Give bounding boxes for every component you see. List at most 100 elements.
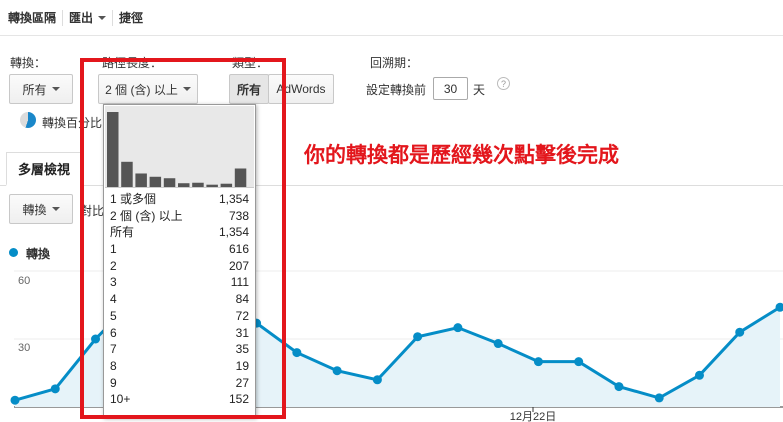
- metric-select[interactable]: 轉換: [9, 194, 73, 224]
- option-label: 1: [110, 242, 117, 257]
- histogram-bar: [163, 178, 176, 187]
- data-point[interactable]: [493, 339, 503, 349]
- x-tick-label: 12月22日: [510, 411, 556, 422]
- data-point[interactable]: [453, 323, 463, 333]
- data-point[interactable]: [574, 357, 584, 367]
- path-length-option[interactable]: 6 31: [104, 325, 255, 342]
- data-point[interactable]: [654, 393, 664, 403]
- lookback-days-input[interactable]: 30: [433, 77, 468, 100]
- path-length-dropdown[interactable]: 1 或多個 1,354 2 個 (含) 以上 738 所有 1,354 1 616 2 207 3 1…: [103, 104, 256, 418]
- percent-pie-icon: [20, 112, 36, 128]
- option-count: 111: [230, 275, 249, 290]
- y-tick-label: 60: [18, 275, 30, 287]
- option-count: 35: [235, 342, 249, 357]
- chevron-down-icon: [98, 15, 107, 20]
- compare-label[interactable]: 對比: [80, 202, 104, 219]
- type-all-button[interactable]: 所有: [229, 74, 269, 104]
- path-length-select-value: 2 個 (含) 以上: [105, 82, 178, 97]
- option-label: 2: [110, 258, 117, 273]
- path-length-option[interactable]: 1 或多個 1,354: [104, 191, 255, 208]
- histogram-bar: [149, 176, 162, 187]
- option-count: 84: [235, 292, 249, 307]
- type-label: 類型：: [232, 56, 269, 70]
- option-label: 7: [110, 342, 117, 357]
- path-length-option[interactable]: 4 84: [104, 291, 255, 308]
- histogram-bar: [178, 183, 190, 187]
- path-length-option[interactable]: 5 72: [104, 308, 255, 325]
- data-point[interactable]: [292, 348, 302, 358]
- histogram-bar: [135, 173, 147, 187]
- path-length-option[interactable]: 2 個 (含) 以上 738: [104, 208, 255, 225]
- histogram-bar: [107, 112, 119, 187]
- type-adwords-button[interactable]: AdWords: [268, 74, 334, 104]
- option-label: 8: [110, 358, 117, 373]
- export-button[interactable]: 匯出: [69, 0, 112, 36]
- option-count: 19: [235, 358, 249, 373]
- help-icon[interactable]: ?: [497, 77, 510, 90]
- option-label: 所有: [110, 225, 135, 240]
- tab-multi-layer-view[interactable]: 多層檢視: [6, 152, 82, 186]
- data-point[interactable]: [50, 384, 60, 394]
- option-label: 10+: [110, 392, 131, 407]
- lookback-prefix: 設定轉換前: [366, 83, 427, 97]
- path-length-option[interactable]: 9 27: [104, 375, 255, 392]
- option-count: 27: [235, 375, 249, 390]
- option-count: 738: [228, 208, 249, 223]
- annotation-text: 你的轉換都是歷經幾次點擊後完成: [304, 144, 619, 167]
- y-tick-label: 30: [18, 342, 30, 354]
- toolbar-divider: [112, 9, 114, 26]
- path-length-option[interactable]: 2 207: [104, 258, 255, 275]
- data-point[interactable]: [735, 327, 745, 337]
- histogram-bar: [220, 183, 233, 187]
- conversion-filter-label: 轉換：: [10, 56, 47, 70]
- report-toolbar: 轉換區隔 匯出 捷徑: [0, 0, 783, 36]
- data-point[interactable]: [533, 357, 543, 367]
- conversion-select-value: 所有: [22, 82, 47, 97]
- data-point[interactable]: [372, 375, 382, 385]
- histogram-bar: [206, 184, 218, 187]
- histogram-bar: [192, 182, 204, 187]
- option-count: 72: [235, 308, 249, 323]
- data-point[interactable]: [10, 395, 20, 405]
- conversion-segment-button[interactable]: 轉換區隔: [8, 0, 62, 36]
- option-count: 207: [228, 258, 249, 273]
- histogram: [105, 106, 254, 188]
- option-label: 1 或多個: [110, 192, 157, 206]
- histogram-bar: [121, 161, 133, 187]
- path-length-options: 1 或多個 1,354 2 個 (含) 以上 738 所有 1,354 1 616 2 207 3 1…: [104, 191, 255, 408]
- option-label: 5: [110, 308, 117, 323]
- path-length-option[interactable]: 1 616: [104, 241, 255, 258]
- option-count: 616: [228, 242, 249, 257]
- option-count: 1,354: [218, 192, 249, 206]
- data-point[interactable]: [332, 366, 342, 376]
- path-length-option[interactable]: 10+ 152: [104, 391, 255, 408]
- data-point[interactable]: [694, 370, 704, 380]
- legend-label: 轉換: [26, 247, 51, 261]
- conversion-select[interactable]: 所有: [9, 74, 73, 104]
- metric-select-value: 轉換: [22, 202, 47, 217]
- option-count: 31: [235, 325, 249, 340]
- option-label: 9: [110, 375, 117, 390]
- data-point[interactable]: [614, 382, 624, 392]
- option-label: 2 個 (含) 以上: [110, 208, 183, 223]
- shortcut-button[interactable]: 捷徑: [119, 0, 149, 36]
- option-label: 3: [110, 275, 117, 290]
- histogram-bar: [234, 168, 247, 187]
- data-point[interactable]: [413, 332, 423, 342]
- path-length-option[interactable]: 8 19: [104, 358, 255, 375]
- legend-dot: [9, 248, 18, 257]
- chevron-down-icon: [51, 207, 60, 211]
- path-length-option[interactable]: 7 35: [104, 341, 255, 358]
- path-length-option[interactable]: 所有 1,354: [104, 224, 255, 241]
- chevron-down-icon: [51, 87, 60, 91]
- option-label: 6: [110, 325, 117, 340]
- chevron-down-icon: [182, 87, 191, 91]
- option-label: 4: [110, 292, 117, 307]
- option-count: 1,354: [218, 225, 249, 240]
- path-length-select[interactable]: 2 個 (含) 以上: [98, 74, 198, 104]
- export-label: 匯出: [69, 11, 94, 25]
- toolbar-divider: [62, 9, 64, 26]
- percent-label: 轉換百分比: [42, 116, 103, 130]
- data-point[interactable]: [91, 334, 101, 344]
- path-length-option[interactable]: 3 111: [104, 274, 255, 291]
